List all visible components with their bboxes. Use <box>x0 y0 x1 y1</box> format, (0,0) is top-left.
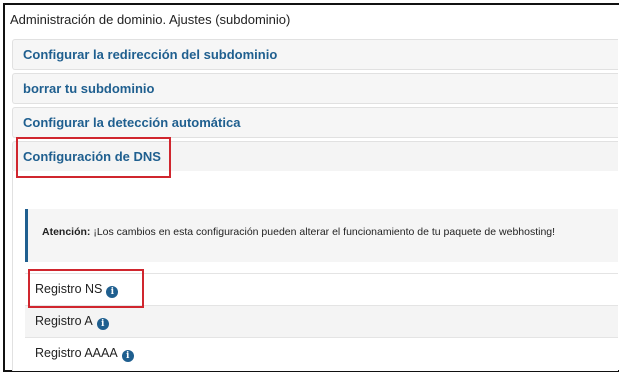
accordion-autodetect[interactable]: Configurar la detección automática <box>12 107 618 138</box>
record-a-row[interactable]: Registro Ai <box>25 305 618 337</box>
notice-text: ¡Los cambios en esta configuración puede… <box>93 226 556 238</box>
record-ns-row[interactable]: Registro NS i <box>25 273 618 305</box>
accordion-dns-settings[interactable]: Configuración de DNS <box>12 141 618 172</box>
warning-notice: Atención: ¡Los cambios en esta configura… <box>25 209 618 262</box>
record-label: Registro A <box>35 314 93 328</box>
page-title: Administración de dominio. Ajustes (subd… <box>10 12 291 27</box>
info-icon[interactable]: i <box>106 286 119 298</box>
info-icon[interactable]: i <box>96 318 109 330</box>
record-label: Registro AAAA <box>35 346 118 360</box>
accordion-delete-subdomain[interactable]: borrar tu subdominio <box>12 73 618 104</box>
record-label: Registro NS <box>35 282 103 296</box>
info-icon[interactable]: i <box>121 350 134 362</box>
notice-label: Atención: <box>42 226 91 238</box>
record-aaaa-row[interactable]: Registro AAAA i <box>25 337 618 369</box>
accordion-redirect-subdomain[interactable]: Configurar la redirección del subdominio <box>12 39 618 70</box>
